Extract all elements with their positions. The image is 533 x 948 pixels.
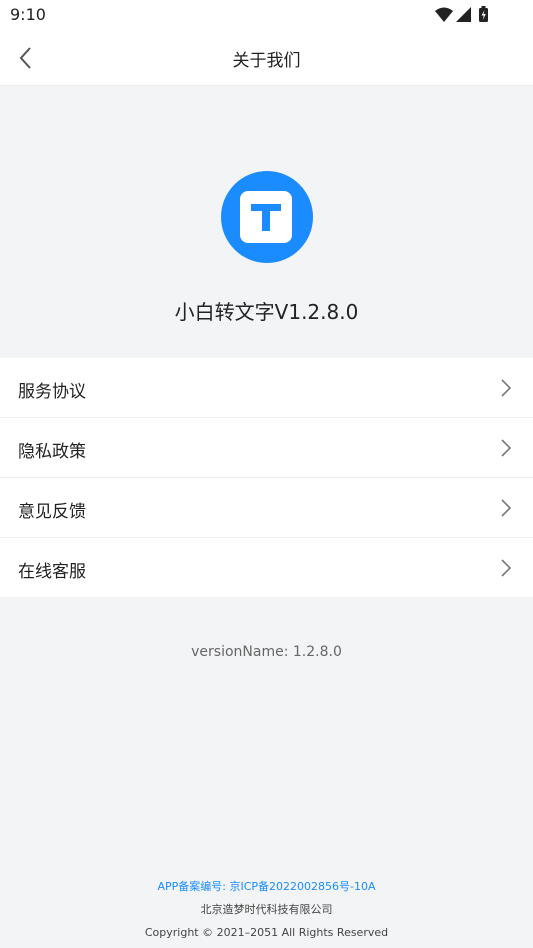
company-name: 北京造梦时代科技有限公司 bbox=[200, 903, 333, 916]
battery-icon bbox=[479, 6, 488, 22]
menu-item-feedback[interactable]: 意见反馈 bbox=[0, 478, 533, 538]
chevron-right-icon bbox=[501, 499, 512, 517]
status-time: 9:10 bbox=[10, 5, 46, 24]
app-logo-t-stem bbox=[262, 204, 270, 231]
menu-item-privacy-policy[interactable]: 隐私政策 bbox=[0, 418, 533, 478]
menu-item-label: 意见反馈 bbox=[18, 502, 86, 522]
status-bar: 9:10 bbox=[0, 0, 533, 30]
page-title: 关于我们 bbox=[232, 51, 301, 71]
version-name: versionName: 1.2.8.0 bbox=[191, 644, 342, 660]
status-icons-svg bbox=[435, 6, 488, 22]
menu-item-online-support[interactable]: 在线客服 bbox=[0, 538, 533, 597]
menu-item-service-agreement[interactable]: 服务协议 bbox=[0, 358, 533, 418]
app-logo bbox=[221, 171, 313, 263]
icp-record-link[interactable]: APP备案编号: 京ICP备2022002856号-10A bbox=[0, 875, 533, 898]
chevron-right-icon bbox=[501, 559, 512, 577]
chevron-right-icon bbox=[501, 439, 512, 457]
nav-bar: 关于我们 bbox=[0, 30, 533, 86]
app-logo-tile bbox=[240, 191, 292, 243]
copyright-text: Copyright © 2021–2051 All Rights Reserve… bbox=[144, 926, 389, 939]
menu-item-label: 服务协议 bbox=[18, 382, 86, 402]
menu-list: 服务协议 隐私政策 意见反馈 在线客服 bbox=[0, 358, 533, 597]
menu-item-label: 隐私政策 bbox=[18, 442, 86, 462]
chevron-right-icon bbox=[501, 379, 512, 397]
wifi-icon bbox=[435, 7, 453, 22]
status-icons bbox=[433, 5, 503, 25]
signal-icon bbox=[456, 7, 471, 22]
app-name-version: 小白转文字V1.2.8.0 bbox=[174, 300, 359, 324]
footer: APP备案编号: 京ICP备2022002856号-10A 北京造梦时代科技有限… bbox=[0, 875, 533, 944]
menu-item-label: 在线客服 bbox=[18, 562, 86, 582]
